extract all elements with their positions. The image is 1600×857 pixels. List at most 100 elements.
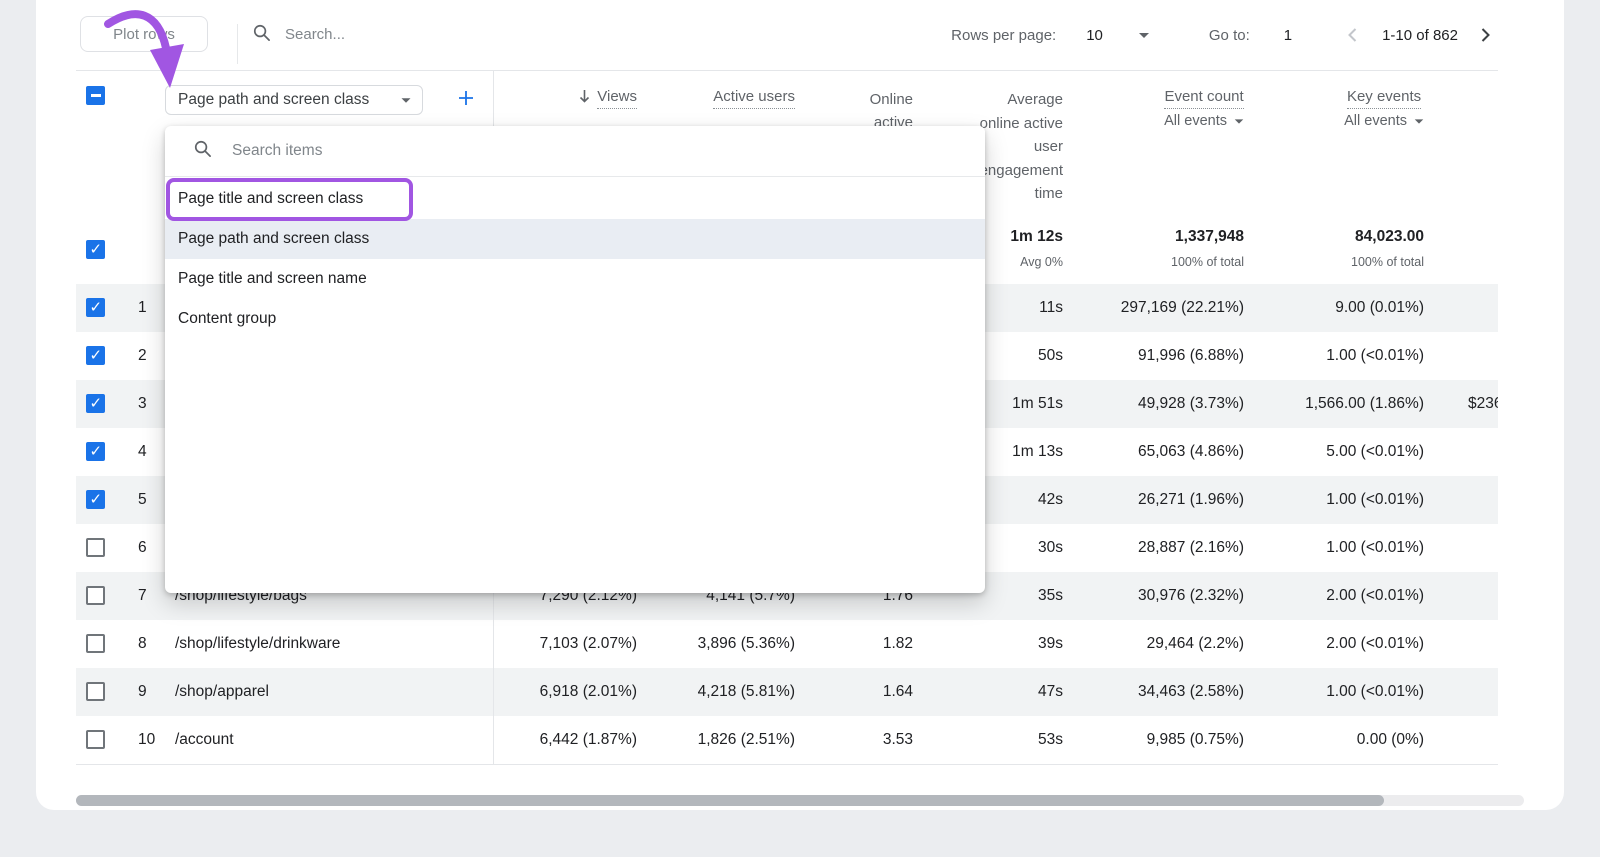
dropdown-item-page-title-screen-class[interactable]: Page title and screen class [165, 179, 985, 219]
key-events-cell: 1.00 (<0.01%) [1326, 668, 1424, 716]
event-count-cell: 9,985 (0.75%) [1147, 716, 1244, 764]
row-checkbox[interactable] [86, 634, 105, 653]
active-users-cell: 1,826 (2.51%) [698, 716, 795, 764]
row-number: 7 [138, 572, 147, 620]
dimension-dropdown-menu: Search items Page title and screen class… [165, 126, 985, 593]
totals-key-events: 84,023.00 100% of total [1351, 228, 1424, 269]
totals-checkbox[interactable] [86, 240, 105, 259]
row-number: 6 [138, 524, 147, 572]
event-count-cell: 28,887 (2.16%) [1138, 524, 1244, 572]
key-events-filter-label: All events [1344, 113, 1407, 129]
page-path-cell: /shop/lifestyle/drinkware [175, 620, 340, 668]
chevron-down-icon [402, 98, 411, 103]
horizontal-scrollbar-thumb[interactable] [76, 795, 1384, 806]
avg-engagement-cell: 39s [1038, 620, 1063, 668]
dropdown-search-placeholder: Search items [232, 142, 322, 160]
previous-page-button[interactable] [1340, 22, 1366, 48]
row-number: 10 [138, 716, 155, 764]
dropdown-search-input[interactable]: Search items [165, 126, 985, 177]
online-active-cell: 1.64 [883, 668, 913, 716]
page-path-cell: /shop/apparel [175, 668, 269, 716]
totals-event-count-value: 1,337,948 [1171, 228, 1244, 246]
plus-icon [456, 88, 476, 113]
rows-per-page-caret-icon[interactable] [1139, 33, 1149, 38]
column-header-event-count[interactable]: Event count All events [1164, 88, 1244, 129]
row-checkbox[interactable] [86, 442, 105, 461]
event-count-filter[interactable]: All events [1164, 113, 1244, 129]
event-count-cell: 297,169 (22.21%) [1121, 284, 1244, 332]
key-events-cell: 1.00 (<0.01%) [1326, 524, 1424, 572]
event-count-filter-label: All events [1164, 113, 1227, 129]
event-count-cell: 34,463 (2.58%) [1138, 668, 1244, 716]
table-row: 8 /shop/lifestyle/drinkware 7,103 (2.07%… [76, 620, 1498, 668]
key-events-cell: 9.00 (0.01%) [1335, 284, 1424, 332]
event-count-cell: 91,996 (6.88%) [1138, 332, 1244, 380]
toolbar-bottom-divider [76, 70, 1498, 71]
avg-engagement-cell: 42s [1038, 476, 1063, 524]
add-dimension-button[interactable] [450, 84, 482, 116]
chevron-down-icon [1415, 119, 1424, 123]
next-page-button[interactable] [1472, 22, 1498, 48]
active-users-cell: 4,218 (5.81%) [698, 668, 795, 716]
horizontal-scrollbar-track[interactable] [76, 795, 1524, 806]
rows-per-page-value[interactable]: 10 [1086, 27, 1103, 44]
key-events-cell: 2.00 (<0.01%) [1326, 620, 1424, 668]
dropdown-item-page-title-screen-name[interactable]: Page title and screen name [165, 259, 985, 299]
sort-descending-icon [577, 88, 592, 108]
search-placeholder: Search... [285, 26, 345, 43]
row-checkbox[interactable] [86, 538, 105, 557]
avg-engagement-cell: 35s [1038, 572, 1063, 620]
column-header-views[interactable]: Views [577, 88, 637, 109]
event-count-cell: 26,271 (1.96%) [1138, 476, 1244, 524]
event-count-cell: 29,464 (2.2%) [1147, 620, 1244, 668]
row-checkbox[interactable] [86, 682, 105, 701]
avg-engagement-cell: 50s [1038, 332, 1063, 380]
column-header-active-users-label: Active users [713, 88, 795, 109]
search-icon [252, 23, 271, 46]
dimension-dropdown-label: Page path and screen class [178, 91, 369, 109]
key-events-cell: 2.00 (<0.01%) [1326, 572, 1424, 620]
totals-event-count: 1,337,948 100% of total [1171, 228, 1244, 269]
pagination-range: 1-10 of 862 [1382, 27, 1458, 44]
column-header-key-events-label: Key events [1347, 88, 1421, 109]
column-header-views-label: Views [597, 88, 637, 109]
avg-engagement-cell: 1m 51s [1012, 380, 1063, 428]
chevron-down-icon [1235, 119, 1244, 123]
key-events-cell: 1,566.00 (1.86%) [1305, 380, 1424, 428]
select-all-checkbox[interactable] [86, 86, 105, 105]
row-number: 2 [138, 332, 147, 380]
go-to-input[interactable]: 1 [1284, 27, 1292, 44]
dimension-dropdown-button[interactable]: Page path and screen class [165, 85, 423, 115]
views-cell: 7,103 (2.07%) [540, 620, 637, 668]
row-checkbox[interactable] [86, 394, 105, 413]
column-header-key-events[interactable]: Key events All events [1344, 88, 1424, 129]
views-cell: 6,918 (2.01%) [540, 668, 637, 716]
views-cell: 6,442 (1.87%) [540, 716, 637, 764]
avg-engagement-cell: 1m 13s [1012, 428, 1063, 476]
active-users-cell: 3,896 (5.36%) [698, 620, 795, 668]
row-checkbox[interactable] [86, 586, 105, 605]
toolbar-divider [237, 24, 238, 64]
search-input[interactable]: Search... [252, 16, 345, 52]
table-row: 10 /account 6,442 (1.87%) 1,826 (2.51%) … [76, 716, 1498, 764]
rows-per-page-label: Rows per page: [951, 27, 1056, 44]
dropdown-item-content-group[interactable]: Content group [165, 299, 985, 339]
row-checkbox[interactable] [86, 346, 105, 365]
row-checkbox[interactable] [86, 490, 105, 509]
avg-engagement-cell: 11s [1039, 284, 1063, 332]
dropdown-item-page-path-screen-class[interactable]: Page path and screen class [165, 219, 985, 259]
key-events-filter[interactable]: All events [1344, 113, 1424, 129]
row-number: 9 [138, 668, 147, 716]
dropdown-item-list: Page title and screen class Page path an… [165, 177, 985, 339]
row-checkbox[interactable] [86, 730, 105, 749]
column-header-active-users[interactable]: Active users [713, 88, 795, 105]
online-active-cell: 3.53 [883, 716, 913, 764]
row-number: 8 [138, 620, 147, 668]
analytics-report-card: Plot rows Search... Rows per page: 10 Go… [36, 0, 1564, 810]
key-events-cell: 1.00 (<0.01%) [1326, 476, 1424, 524]
row-number: 4 [138, 428, 147, 476]
totals-avg-engagement-sub: Avg 0% [1010, 255, 1063, 269]
plot-rows-button[interactable]: Plot rows [80, 16, 208, 52]
row-checkbox[interactable] [86, 298, 105, 317]
totals-event-count-sub: 100% of total [1171, 255, 1244, 269]
